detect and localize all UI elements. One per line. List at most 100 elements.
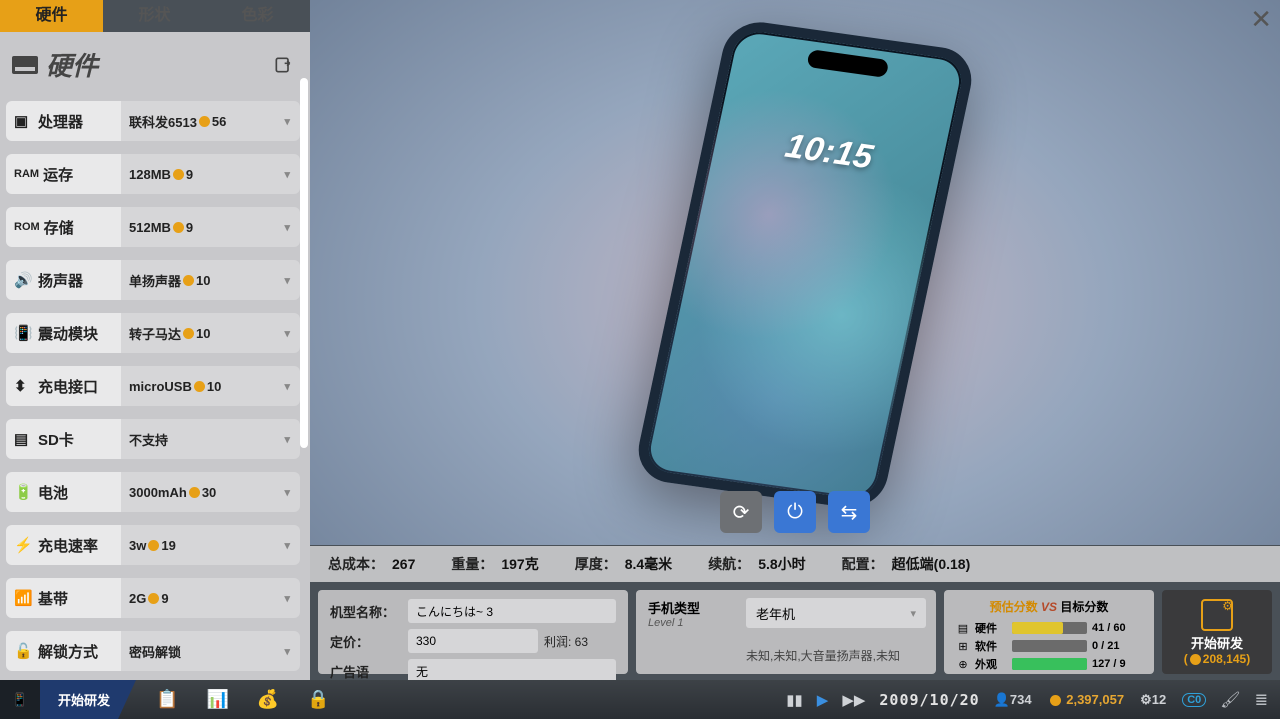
chevron-down-icon: ▾ bbox=[284, 380, 290, 393]
battery-life-label: 续航： bbox=[708, 554, 750, 574]
chevron-down-icon: ▾ bbox=[284, 274, 290, 287]
fast-forward-button[interactable]: ▶▶ bbox=[842, 691, 865, 709]
spec-row-1: RAM运存 128MB9▾ bbox=[6, 154, 300, 194]
phone-clock: 10:15 bbox=[711, 117, 947, 187]
score-card: 预估分数 VS 目标分数 ▤硬件 41 / 60⊞软件 0 / 21⊕外观 12… bbox=[944, 590, 1154, 674]
slogan-label: 广告语 bbox=[330, 662, 402, 681]
close-button[interactable]: ✕ bbox=[1250, 4, 1272, 35]
profit-label: 利润: 63 bbox=[544, 633, 616, 650]
rotate-button[interactable]: ⟳ bbox=[720, 491, 762, 533]
spec-select[interactable]: 128MB9▾ bbox=[121, 154, 300, 194]
spec-label: ⬍充电接口 bbox=[6, 366, 121, 406]
spec-row-3: 🔊扬声器 单扬声器10▾ bbox=[6, 260, 300, 300]
phone-notch bbox=[806, 49, 889, 78]
stats-bar: 总成本： 267 重量： 197克 厚度： 8.4毫米 续航： 5.8小时 配置… bbox=[310, 546, 1280, 582]
spec-label: ▤SD卡 bbox=[6, 419, 121, 459]
est-score-label: 预估分数 bbox=[990, 600, 1038, 614]
thickness-value: 8.4毫米 bbox=[625, 554, 672, 574]
price-label: 定价： bbox=[330, 632, 402, 651]
spec-row-9: 📶基带 2G9▾ bbox=[6, 578, 300, 618]
weight-value: 197克 bbox=[501, 554, 538, 574]
phone-type-card: 手机类型 Level 1 老年机 ▾ 未知,未知,大音量扬声器,未知 bbox=[636, 590, 936, 674]
theme-button[interactable]: 🖌 bbox=[1220, 690, 1240, 710]
pause-button[interactable]: ▮▮ bbox=[786, 691, 803, 709]
start-rd-cost: (208,145) bbox=[1184, 652, 1250, 666]
spec-select[interactable]: 512MB9▾ bbox=[121, 207, 300, 247]
rd-status[interactable]: 开始研发 bbox=[40, 680, 136, 719]
model-info-card: 机型名称： こんにちは~ 3 定价： 330 利润: 63 广告语 无 bbox=[318, 590, 628, 674]
home-button[interactable]: 📱 bbox=[0, 680, 40, 719]
phone-preview: 10:15 ⟳ ⏻ ⇆ bbox=[310, 0, 1280, 545]
spec-label: ROM存储 bbox=[6, 207, 121, 247]
tab-shape[interactable]: 形状 bbox=[103, 0, 206, 32]
power-button[interactable]: ⏻ bbox=[774, 491, 816, 533]
hardware-sidebar: 硬件 ▣处理器 联科发651356▾RAM运存 128MB9▾ROM存储 512… bbox=[0, 32, 310, 682]
sidebar-scrollbar[interactable] bbox=[300, 78, 308, 448]
population-stat: 👤734 bbox=[994, 692, 1032, 708]
phone-type-value: 老年机 bbox=[756, 604, 795, 623]
money-icon[interactable]: 💰 bbox=[257, 689, 279, 710]
stats-icon[interactable]: 📊 bbox=[206, 689, 228, 710]
spec-select[interactable]: 3000mAh30▾ bbox=[121, 472, 300, 512]
spec-label: 📶基带 bbox=[6, 578, 121, 618]
tab-color[interactable]: 色彩 bbox=[206, 0, 309, 32]
contacts-icon[interactable]: 📋 bbox=[156, 689, 178, 710]
cost-label: 总成本： bbox=[328, 554, 384, 574]
store-icon[interactable]: 🔒 bbox=[307, 689, 329, 710]
spec-row-6: ▤SD卡 不支持▾ bbox=[6, 419, 300, 459]
chevron-down-icon: ▾ bbox=[284, 327, 290, 340]
score-row: ⊕外观 127 / 9 bbox=[956, 655, 1142, 673]
model-name-input[interactable]: こんにちは~ 3 bbox=[408, 599, 616, 623]
bottom-dock: 📱 开始研发 📋 📊 💰 🔒 ▮▮ ▶ ▶▶ 2009/10/20 👤734 2… bbox=[0, 680, 1280, 719]
phone-type-select[interactable]: 老年机 ▾ bbox=[746, 598, 926, 628]
hardware-icon bbox=[12, 56, 38, 74]
spec-select[interactable]: microUSB10▾ bbox=[121, 366, 300, 406]
export-button[interactable] bbox=[268, 50, 298, 80]
thickness-label: 厚度： bbox=[575, 554, 617, 574]
spec-row-10: 🔓解锁方式 密码解锁▾ bbox=[6, 631, 300, 671]
spec-select[interactable]: 转子马达10▾ bbox=[121, 313, 300, 353]
menu-button[interactable]: ≣ bbox=[1255, 690, 1268, 710]
weight-label: 重量： bbox=[451, 554, 493, 574]
play-button[interactable]: ▶ bbox=[817, 691, 829, 709]
target-score-label: 目标分数 bbox=[1060, 600, 1108, 614]
spec-row-8: ⚡充电速率 3w19▾ bbox=[6, 525, 300, 565]
spec-select[interactable]: 密码解锁▾ bbox=[121, 631, 300, 671]
price-input[interactable]: 330 bbox=[408, 629, 538, 653]
phone-type-tags: 未知,未知,大音量扬声器,未知 bbox=[746, 647, 900, 664]
spec-label: 🔓解锁方式 bbox=[6, 631, 121, 671]
model-name-label: 机型名称： bbox=[330, 602, 402, 621]
tier-label: 配置： bbox=[842, 554, 884, 574]
spec-select[interactable]: 不支持▾ bbox=[121, 419, 300, 459]
flip-button[interactable]: ⇆ bbox=[828, 491, 870, 533]
money-stat: 2,397,057 bbox=[1048, 692, 1124, 707]
spec-label: RAM运存 bbox=[6, 154, 121, 194]
game-date: 2009/10/20 bbox=[879, 691, 979, 709]
tab-hardware[interactable]: 硬件 bbox=[0, 0, 103, 32]
chevron-down-icon: ▾ bbox=[284, 221, 290, 234]
spec-row-2: ROM存储 512MB9▾ bbox=[6, 207, 300, 247]
spec-label: 📳震动模块 bbox=[6, 313, 121, 353]
spec-row-0: ▣处理器 联科发651356▾ bbox=[6, 101, 300, 141]
spec-select[interactable]: 联科发651356▾ bbox=[121, 101, 300, 141]
cost-value: 267 bbox=[392, 556, 415, 572]
tier-value: 超低端(0.18) bbox=[892, 554, 971, 574]
score-row: ⊞软件 0 / 21 bbox=[956, 637, 1142, 655]
score-row: ▤硬件 41 / 60 bbox=[956, 619, 1142, 637]
vs-label: VS bbox=[1041, 600, 1057, 614]
phone-render[interactable]: 10:15 bbox=[632, 18, 978, 513]
chevron-down-icon: ▾ bbox=[284, 645, 290, 658]
start-rd-card[interactable]: 开始研发 (208,145) bbox=[1162, 590, 1272, 674]
spec-label: ▣处理器 bbox=[6, 101, 121, 141]
spec-row-4: 📳震动模块 转子马达10▾ bbox=[6, 313, 300, 353]
spec-select[interactable]: 单扬声器10▾ bbox=[121, 260, 300, 300]
chevron-down-icon: ▾ bbox=[284, 433, 290, 446]
spec-select[interactable]: 3w19▾ bbox=[121, 525, 300, 565]
battery-life-value: 5.8小时 bbox=[758, 554, 805, 574]
chevron-down-icon: ▾ bbox=[284, 115, 290, 128]
c0-stat: C0 bbox=[1182, 693, 1206, 707]
spec-label: 🔋电池 bbox=[6, 472, 121, 512]
spec-row-5: ⬍充电接口 microUSB10▾ bbox=[6, 366, 300, 406]
spec-select[interactable]: 2G9▾ bbox=[121, 578, 300, 618]
chevron-down-icon: ▾ bbox=[284, 168, 290, 181]
